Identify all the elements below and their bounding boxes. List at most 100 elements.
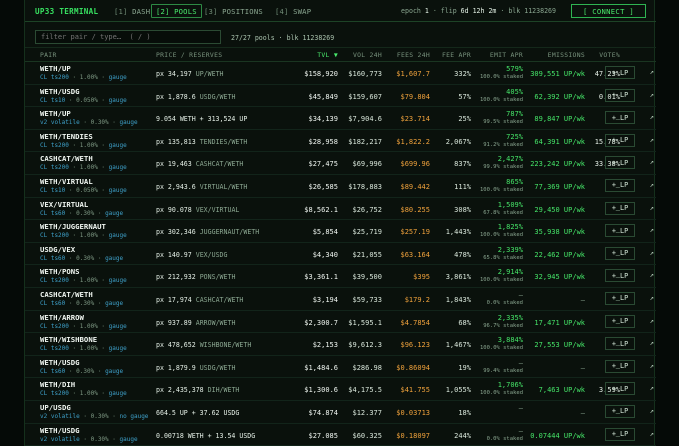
add-lp-button[interactable]: + LP <box>605 291 635 305</box>
external-link-icon[interactable]: ↗ <box>650 113 654 121</box>
col-pair[interactable]: PAIR <box>40 51 57 59</box>
price-value: px 34,197 <box>156 70 192 78</box>
table-row[interactable]: WETH/USDG CL ts60 · 0.30% · gauge px 1,879… <box>25 356 656 379</box>
price-unit: VIRTUAL/WETH <box>199 182 248 191</box>
price-unit: DIH/WETH <box>207 386 240 395</box>
external-link-icon[interactable]: ↗ <box>650 249 654 257</box>
fee-apr-value: 478% <box>454 250 471 259</box>
external-link-icon[interactable]: ↗ <box>650 226 654 234</box>
gauge-status: gauge <box>108 390 127 398</box>
price-reserves: px 1,878.6 USDG/WETH <box>156 93 235 101</box>
table-row[interactable]: WETH/ARROW CL ts200 · 1.00% · gauge px 937… <box>25 311 656 334</box>
col-fee-apr[interactable]: FEE APR <box>442 51 471 59</box>
add-lp-button[interactable]: + LP <box>605 314 635 328</box>
table-row[interactable]: WETH/WISHBONE CL ts200 · 1.00% · gauge px … <box>25 333 656 356</box>
pool-fee: · 1.00% · <box>72 390 106 398</box>
add-lp-button[interactable]: + LP <box>605 269 635 283</box>
connect-button[interactable]: [ CONNECT ] <box>571 4 646 18</box>
tab-dash[interactable]: [1] DASH <box>110 4 154 18</box>
add-lp-button[interactable]: + LP <box>605 224 635 238</box>
external-link-icon[interactable]: ↗ <box>650 181 654 189</box>
table-row[interactable]: CASHCAT/WETH CL ts200 · 1.00% · gauge px 1… <box>25 152 656 175</box>
col-vol[interactable]: VOL 24H <box>353 51 382 59</box>
price-value: px 1,878.6 <box>156 92 196 101</box>
table-row[interactable]: WETH/UP v2 volatile · 0.30% · gauge 9.054 … <box>25 107 656 130</box>
volume-value: $286.98 <box>352 363 382 372</box>
add-lp-button[interactable]: + LP <box>605 427 635 441</box>
external-link-icon[interactable]: ↗ <box>650 362 654 370</box>
add-lp-button[interactable]: + LP <box>605 133 635 147</box>
external-link-icon[interactable]: ↗ <box>650 204 654 212</box>
emit-apr: 1,509% 67.8% staked <box>483 201 523 216</box>
table-row[interactable]: WETH/USDG CL ts10 · 0.050% · gauge px 1,87… <box>25 85 656 108</box>
table-row[interactable]: WETH/UP CL ts200 · 1.00% · gauge px 34,197… <box>25 62 656 85</box>
pool-type: v2 volatile · 0.30% · gauge <box>40 119 138 126</box>
col-emissions[interactable]: EMISSIONS <box>548 51 585 59</box>
emissions-value: 32,945 UP/wk <box>534 273 585 282</box>
price-unit: WISHBONE/WETH <box>199 341 252 350</box>
col-emit-apr[interactable]: EMIT APR <box>490 51 523 59</box>
table-row[interactable]: USDG/VEX CL ts60 · 0.30% · gauge px 140.97… <box>25 243 656 266</box>
price-unit: VEX/USDG <box>195 250 228 259</box>
external-link-icon[interactable]: ↗ <box>650 407 654 415</box>
add-lp-button[interactable]: + LP <box>605 156 635 170</box>
staked-value: 100.0% staked <box>479 277 523 284</box>
emissions-value: — <box>580 408 585 417</box>
external-link-icon[interactable]: ↗ <box>650 430 654 438</box>
table-row[interactable]: WETH/VIRTUAL CL ts10 · 0.050% · gauge px 2… <box>25 175 656 198</box>
pair-name: WETH/UP <box>40 109 71 119</box>
volume-value: $4,175.5 <box>348 386 382 395</box>
tvl-value: $28,958 <box>308 137 338 146</box>
pool-fee: · 0.30% · <box>83 435 116 443</box>
external-link-icon[interactable]: ↗ <box>650 68 654 76</box>
add-lp-button[interactable]: + LP <box>605 382 635 396</box>
col-price[interactable]: PRICE / RESERVES <box>156 51 222 59</box>
add-lp-button[interactable]: + LP <box>605 178 635 192</box>
table-row[interactable]: WETH/DIH CL ts200 · 1.00% · gauge px 2,435… <box>25 378 656 401</box>
pair-name: WETH/VIRTUAL <box>40 176 93 186</box>
table-row[interactable]: CASHCAT/WETH CL ts60 · 0.30% · gauge px 17… <box>25 288 656 311</box>
table-row[interactable]: UP/USDG v2 volatile · 0.30% · no gauge 664… <box>25 401 656 424</box>
add-lp-button[interactable]: + LP <box>605 111 635 125</box>
table-row[interactable]: WETH/JUGGERNAUT CL ts200 · 1.00% · gauge p… <box>25 220 656 243</box>
external-link-icon[interactable]: ↗ <box>650 91 654 99</box>
table-row[interactable]: VEX/VIRTUAL CL ts60 · 0.30% · gauge px 90.… <box>25 198 656 221</box>
tab-positions[interactable]: [3] POSITIONS <box>200 4 267 18</box>
col-votes[interactable]: VOTE% <box>599 51 620 59</box>
external-link-icon[interactable]: ↗ <box>650 317 654 325</box>
add-lp-button[interactable]: + LP <box>605 337 635 351</box>
external-link-icon[interactable]: ↗ <box>650 294 654 302</box>
col-fees[interactable]: FEES 24H <box>397 51 430 59</box>
add-lp-button[interactable]: + LP <box>605 246 635 260</box>
table-row[interactable]: WETH/TENDIES CL ts200 · 1.00% · gauge px 1… <box>25 130 656 153</box>
external-link-icon[interactable]: ↗ <box>650 384 654 392</box>
table-row[interactable]: WETH/PONS CL ts200 · 1.00% · gauge px 212,… <box>25 265 656 288</box>
fees-value: $1,822.2 <box>396 137 430 146</box>
add-lp-button[interactable]: + LP <box>605 201 635 215</box>
external-link-icon[interactable]: ↗ <box>650 158 654 166</box>
col-tvl[interactable]: TVL ▼ <box>317 51 338 59</box>
emit-apr: —99.4% staked <box>483 359 523 374</box>
fees-value: $0.03713 <box>396 408 430 417</box>
price-reserves: px 478,652 WISHBONE/WETH <box>156 341 251 349</box>
tvl-value: $45,849 <box>308 92 338 101</box>
tab-pools[interactable]: [2] POOLS <box>151 4 202 18</box>
external-link-icon[interactable]: ↗ <box>650 339 654 347</box>
price-value: px 2,943.6 <box>156 182 196 191</box>
price-reserves: px 19,463 CASHCAT/WETH <box>156 160 243 168</box>
add-lp-button[interactable]: + LP <box>605 66 635 79</box>
add-lp-button[interactable]: + LP <box>605 88 635 102</box>
add-lp-button[interactable]: + LP <box>605 359 635 373</box>
staked-value: 99.5% staked <box>483 119 523 126</box>
filter-input[interactable] <box>35 30 221 44</box>
external-link-icon[interactable]: ↗ <box>650 136 654 144</box>
emit-apr-value: — <box>518 403 523 412</box>
add-lp-button[interactable]: + LP <box>605 404 635 418</box>
tab-swap[interactable]: [4] SWAP <box>271 4 315 18</box>
price-unit: CASHCAT/WETH <box>195 160 244 169</box>
table-row[interactable]: WETH/USDG v2 volatile · 0.30% · gauge 0.00… <box>25 424 656 446</box>
pool-version: CL ts200 <box>40 277 69 285</box>
pool-fee: · 0.30% · <box>68 254 102 262</box>
pools-table: WETH/UP CL ts200 · 1.00% · gauge px 34,197… <box>25 62 656 446</box>
external-link-icon[interactable]: ↗ <box>650 271 654 279</box>
